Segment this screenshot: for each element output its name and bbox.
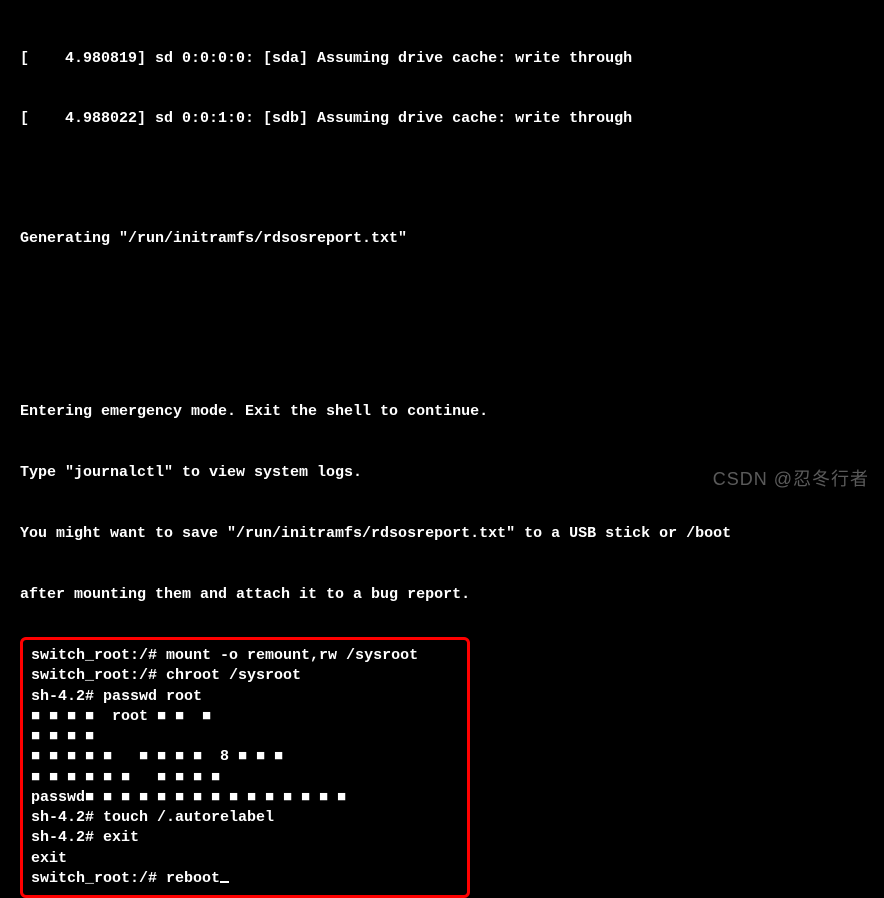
shell-output: ■ ■ ■ ■ ■ ■ ■ ■ ■ 8 ■ ■ ■ xyxy=(31,747,459,767)
shell-line[interactable]: switch_root:/# reboot xyxy=(31,869,459,889)
shell-line[interactable]: sh-4.2# passwd root xyxy=(31,687,459,707)
cursor-icon xyxy=(220,881,229,883)
shell-prompt: switch_root:/# xyxy=(31,667,166,684)
shell-prompt: sh-4.2# xyxy=(31,688,103,705)
shell-command: chroot /sysroot xyxy=(166,667,301,684)
shell-output: ■ ■ ■ ■ root ■ ■ ■ xyxy=(31,707,459,727)
boot-log-line: [ 4.988022] sd 0:0:1:0: [sdb] Assuming d… xyxy=(20,109,864,129)
shell-output: exit xyxy=(31,849,459,869)
shell-prompt: switch_root:/# xyxy=(31,870,166,887)
shell-command: mount -o remount,rw /sysroot xyxy=(166,647,418,664)
shell-line[interactable]: sh-4.2# touch /.autorelabel xyxy=(31,808,459,828)
emergency-line: Entering emergency mode. Exit the shell … xyxy=(20,402,864,422)
shell-command: exit xyxy=(103,829,139,846)
shell-command: passwd root xyxy=(103,688,202,705)
terminal-output: [ 4.980819] sd 0:0:0:0: [sda] Assuming d… xyxy=(20,8,864,625)
shell-prompt: switch_root:/# xyxy=(31,647,166,664)
shell-line[interactable]: sh-4.2# exit xyxy=(31,828,459,848)
boot-log-line: [ 4.980819] sd 0:0:0:0: [sda] Assuming d… xyxy=(20,49,864,69)
watermark-text: CSDN @忍冬行者 xyxy=(713,467,869,491)
emergency-line: You might want to save "/run/initramfs/r… xyxy=(20,524,864,544)
shell-prompt: sh-4.2# xyxy=(31,809,103,826)
generating-line: Generating "/run/initramfs/rdsosreport.t… xyxy=(20,229,864,249)
shell-output: passwd■ ■ ■ ■ ■ ■ ■ ■ ■ ■ ■ ■ ■ ■ ■ xyxy=(31,788,459,808)
emergency-line: after mounting them and attach it to a b… xyxy=(20,585,864,605)
shell-prompt: sh-4.2# xyxy=(31,829,103,846)
shell-command: reboot xyxy=(166,870,220,887)
command-highlight-box: switch_root:/# mount -o remount,rw /sysr… xyxy=(20,637,470,898)
shell-output: ■ ■ ■ ■ ■ ■ ■ ■ ■ ■ xyxy=(31,768,459,788)
shell-line[interactable]: switch_root:/# mount -o remount,rw /sysr… xyxy=(31,646,459,666)
shell-command: touch /.autorelabel xyxy=(103,809,274,826)
shell-output: ■ ■ ■ ■ xyxy=(31,727,459,747)
shell-line[interactable]: switch_root:/# chroot /sysroot xyxy=(31,666,459,686)
